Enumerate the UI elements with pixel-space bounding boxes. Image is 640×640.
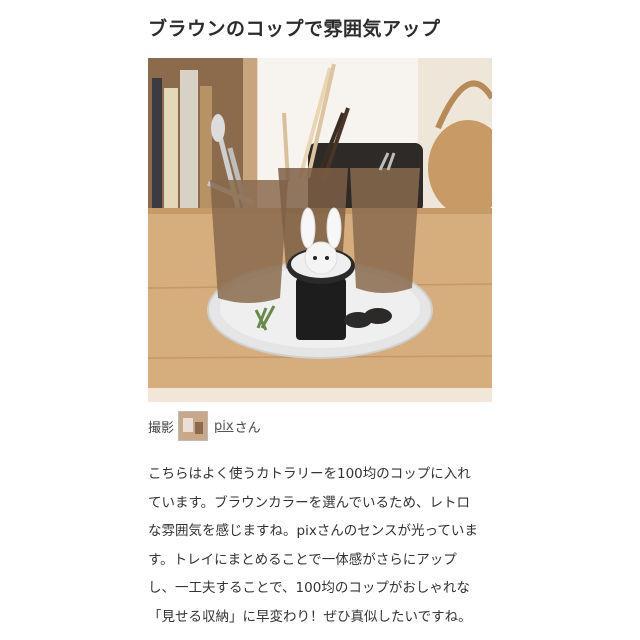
user-avatar[interactable]	[178, 411, 209, 441]
body-line: こちらはよく使うカトラリーを100均のコップに入れ	[148, 466, 471, 482]
credit-suffix: さん	[234, 420, 261, 436]
body-line: な雰囲気を感じますね。pixさんのセンスが光っていま	[148, 523, 478, 539]
cutlery-photo	[148, 58, 492, 402]
article-body: こちらはよく使うカトラリーを100均のコップに入れ ています。ブラウンカラーを選…	[148, 460, 498, 631]
article-heading: ブラウンのコップで雰囲気アップ	[148, 18, 441, 40]
photo-credit: 撮影 pix さん	[148, 410, 261, 442]
credit-label: 撮影	[148, 420, 175, 436]
user-link[interactable]: pix	[214, 419, 234, 434]
body-line: 「見せる収納」に早変わり！ぜひ真似したいですね。	[148, 608, 472, 625]
body-line: す。トレイにまとめることで一体感がさらにアップ	[148, 551, 457, 568]
body-line: し、一工夫することで、100均のコップがおしゃれな	[148, 580, 470, 596]
body-line: ています。ブラウンカラーを選んでいるため、レトロ	[148, 494, 470, 511]
